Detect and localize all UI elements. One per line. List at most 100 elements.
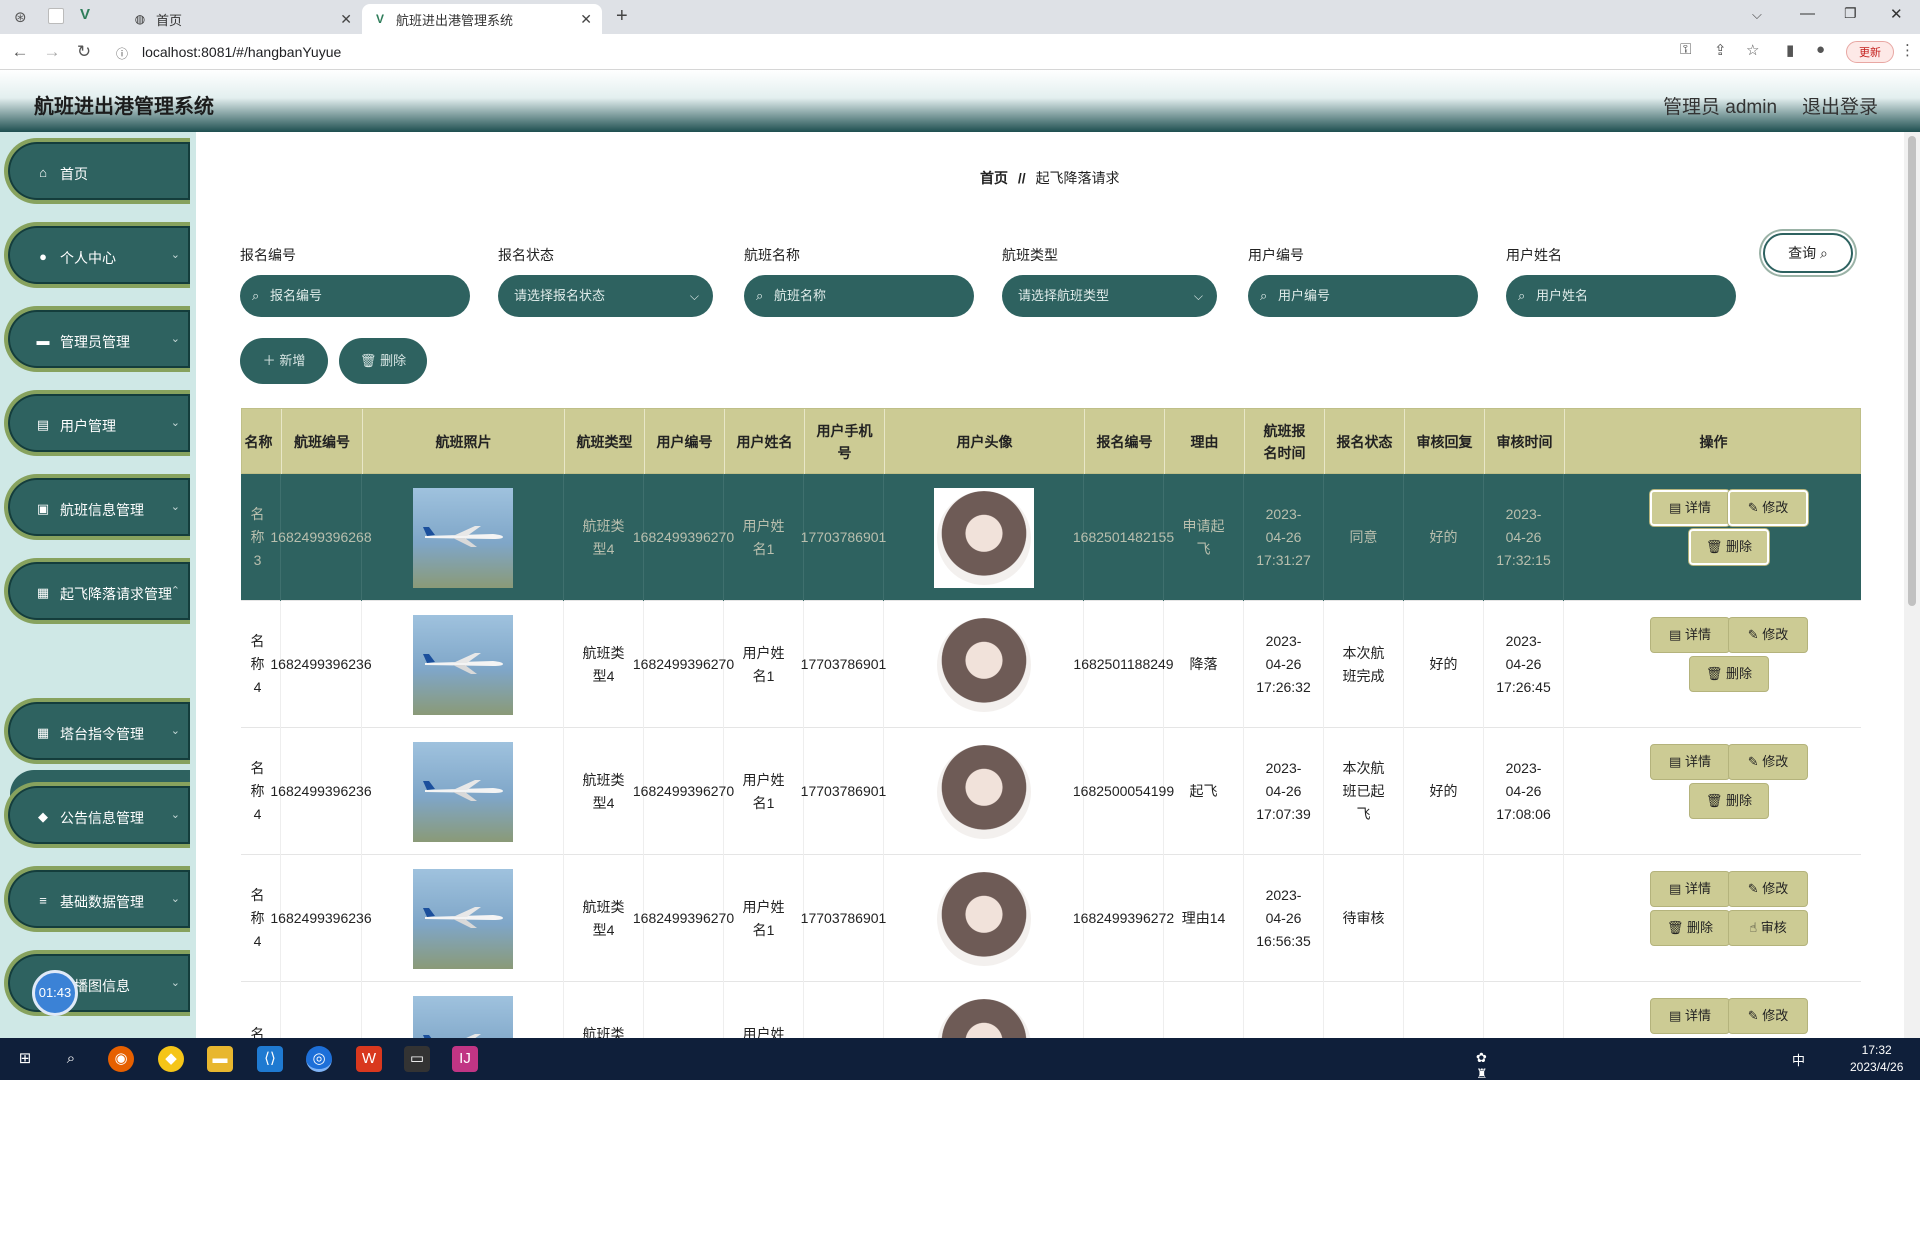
table-cell-phone: 17703786901 [801, 728, 886, 855]
app-icon[interactable]: ◆ [158, 1046, 184, 1072]
edit-button[interactable]: ✎ 修改 [1728, 871, 1808, 907]
query-button[interactable]: 查询 ⌕ [1763, 233, 1853, 273]
chevron-down-icon: ⌄ [170, 249, 180, 261]
user-no-input[interactable]: ⌕ 用户编号 [1248, 275, 1478, 317]
flight-photo[interactable] [412, 614, 513, 715]
avatar[interactable] [933, 868, 1034, 969]
flight-photo[interactable] [412, 995, 513, 1038]
chrome-icon[interactable]: ◎ [306, 1046, 332, 1072]
delete-button[interactable]: 🗑 删除 [1689, 529, 1769, 565]
flight-photo[interactable] [412, 868, 513, 969]
tray-icons[interactable]: ✿ ♜ ☐ ⊗ ▭ ◈ ▣ ◐ ♬ ⌂ ▯ ◠ ♪ [1476, 1050, 1489, 1254]
table-row[interactable]: 名称4 1682499396236 航班类型4 1682499396270 用户姓名1 1… [241, 855, 1861, 982]
close-icon[interactable]: ✕ [580, 11, 592, 28]
edit-button[interactable]: ✎ 修改 [1728, 744, 1808, 780]
table-cell-phone: 17703786901 [801, 855, 886, 982]
review-button[interactable]: ☝ 审核 [1728, 910, 1808, 946]
avatar[interactable] [933, 614, 1034, 715]
minimize-icon[interactable]: — [1800, 5, 1815, 22]
table-cell-sign-time: 2023-04 [1244, 982, 1324, 1038]
detail-button[interactable]: ▤ 详情 [1650, 744, 1730, 780]
ime-indicator[interactable]: 中 [1792, 1050, 1805, 1069]
profile-icon[interactable]: ● [1816, 41, 1825, 58]
table-cell-phone: 17703786901 [801, 601, 886, 728]
avatar-image [936, 744, 1031, 839]
share-icon[interactable]: ⇪ [1714, 41, 1727, 59]
reload-icon[interactable]: ↻ [72, 40, 96, 64]
tab-search-icon[interactable]: ⊛ [14, 8, 27, 26]
avatar[interactable] [933, 741, 1034, 842]
terminal-icon[interactable]: ▭ [404, 1046, 430, 1072]
table-row[interactable]: 名称3 1682499396268 航班类型4 1682499396270 用户姓名1 1… [241, 474, 1861, 601]
avatar[interactable] [933, 995, 1034, 1038]
star-icon[interactable]: ☆ [1746, 41, 1759, 59]
detail-button[interactable]: ▤ 详情 [1650, 871, 1730, 907]
update-button[interactable]: 更新 [1846, 41, 1894, 63]
sidebar-item-requests[interactable]: ▦ 起飞降落请求管理 ⌃ [4, 558, 190, 624]
sidebar-item-home[interactable]: ⌂ 首页 [4, 138, 190, 204]
breadcrumb-home[interactable]: 首页 [980, 170, 1008, 186]
close-window-icon[interactable]: ✕ [1890, 5, 1903, 23]
flight-type-select[interactable]: 请选择航班类型 ⌵ [1002, 275, 1217, 317]
edit-button[interactable]: ✎ 修改 [1728, 998, 1808, 1034]
vertical-scrollbar[interactable] [1904, 132, 1920, 1038]
table-row[interactable]: 名称4 1682499396236 航班类型4 1682499396270 用户姓名1 1… [241, 601, 1861, 728]
table-row[interactable]: 名称4 1682499396236 航班类型4 1682499396270 用户姓名1 1… [241, 728, 1861, 855]
restore-icon[interactable]: ❐ [1844, 5, 1857, 22]
add-button[interactable]: ＋ 新增 [240, 338, 328, 384]
blank-tab-icon[interactable] [48, 8, 64, 24]
sidebar-item-users[interactable]: ▤ 用户管理 ⌄ [4, 390, 190, 456]
filter-label: 报名编号 [240, 247, 296, 263]
scrollbar-thumb[interactable] [1908, 136, 1916, 606]
wps-icon[interactable]: W [356, 1046, 382, 1072]
edit-button[interactable]: ✎ 修改 [1728, 490, 1808, 526]
delete-button[interactable]: 🗑 删除 [1650, 910, 1730, 946]
chat-icon: ▬ [36, 333, 50, 348]
sign-status-select[interactable]: 请选择报名状态 ⌵ [498, 275, 713, 317]
detail-button[interactable]: ▤ 详情 [1650, 617, 1730, 653]
key-icon[interactable]: ⚿ [1680, 41, 1691, 58]
detail-button[interactable]: ▤ 详情 [1650, 998, 1730, 1034]
table-row[interactable]: 名称1682499航班类型用户姓名177037816824992023-04▤ … [241, 982, 1861, 1038]
sidebar-item-carousel[interactable]: ▧ 轮播图信息 ⌄ [4, 950, 190, 1016]
info-icon[interactable]: ⓘ [116, 45, 128, 62]
table-cell-flight-no: 1682499396236 [270, 601, 372, 728]
delete-button[interactable]: 🗑 删除 [1689, 783, 1769, 819]
sidebar-item-tower[interactable]: ▦ 塔台指令管理 ⌄ [4, 698, 190, 764]
folder-icon[interactable]: ▬ [207, 1046, 233, 1072]
user-name-input[interactable]: ⌕ 用户姓名 [1506, 275, 1736, 317]
sidebar-item-flights[interactable]: ▣ 航班信息管理 ⌄ [4, 474, 190, 540]
sidebar-item-admins[interactable]: ▬ 管理员管理 ⌄ [4, 306, 190, 372]
flight-photo[interactable] [412, 741, 513, 842]
sidepanel-icon[interactable]: ▮ [1786, 41, 1794, 59]
sign-no-input[interactable]: ⌕ 报名编号 [240, 275, 470, 317]
vscode-icon[interactable]: ⟨⟩ [257, 1046, 283, 1072]
vue-tab-icon[interactable]: V [80, 6, 90, 23]
logout-link[interactable]: 退出登录 [1802, 92, 1878, 119]
tab-app[interactable]: V 航班进出港管理系统 ✕ [362, 4, 602, 34]
tab-home[interactable]: ◍ 首页 ✕ [122, 4, 362, 34]
flight-name-input[interactable]: ⌕ 航班名称 [744, 275, 974, 317]
chevron-down-icon[interactable]: ⌵ [1752, 7, 1762, 23]
search-icon[interactable]: ⌕ [58, 1046, 84, 1072]
menu-icon[interactable]: ⋮ [1900, 41, 1915, 59]
batch-delete-button[interactable]: 🗑 删除 [339, 338, 427, 384]
new-tab-icon[interactable]: + [616, 5, 628, 28]
back-icon[interactable]: ← [8, 40, 32, 64]
detail-button[interactable]: ▤ 详情 [1650, 490, 1730, 526]
app-title: 航班进出港管理系统 [34, 96, 214, 118]
edit-button[interactable]: ✎ 修改 [1728, 617, 1808, 653]
idea-icon[interactable]: IJ [452, 1046, 478, 1072]
avatar[interactable] [933, 487, 1034, 588]
clock[interactable]: 17:32 2023/4/26 [1850, 1042, 1903, 1076]
firefox-icon[interactable]: ◉ [108, 1046, 134, 1072]
sidebar-item-notices[interactable]: ◆ 公告信息管理 ⌄ [4, 782, 190, 848]
windows-start-icon[interactable]: ⊞ [12, 1046, 38, 1072]
forward-icon[interactable]: → [40, 40, 64, 64]
sidebar-item-basedata[interactable]: ≡ 基础数据管理 ⌄ [4, 866, 190, 932]
url-field[interactable]: localhost:8081/#/hangbanYuyue [142, 40, 341, 64]
sidebar-item-personal[interactable]: ● 个人中心 ⌄ [4, 222, 190, 288]
close-icon[interactable]: ✕ [340, 11, 352, 28]
delete-button[interactable]: 🗑 删除 [1689, 656, 1769, 692]
flight-photo[interactable] [412, 487, 513, 588]
